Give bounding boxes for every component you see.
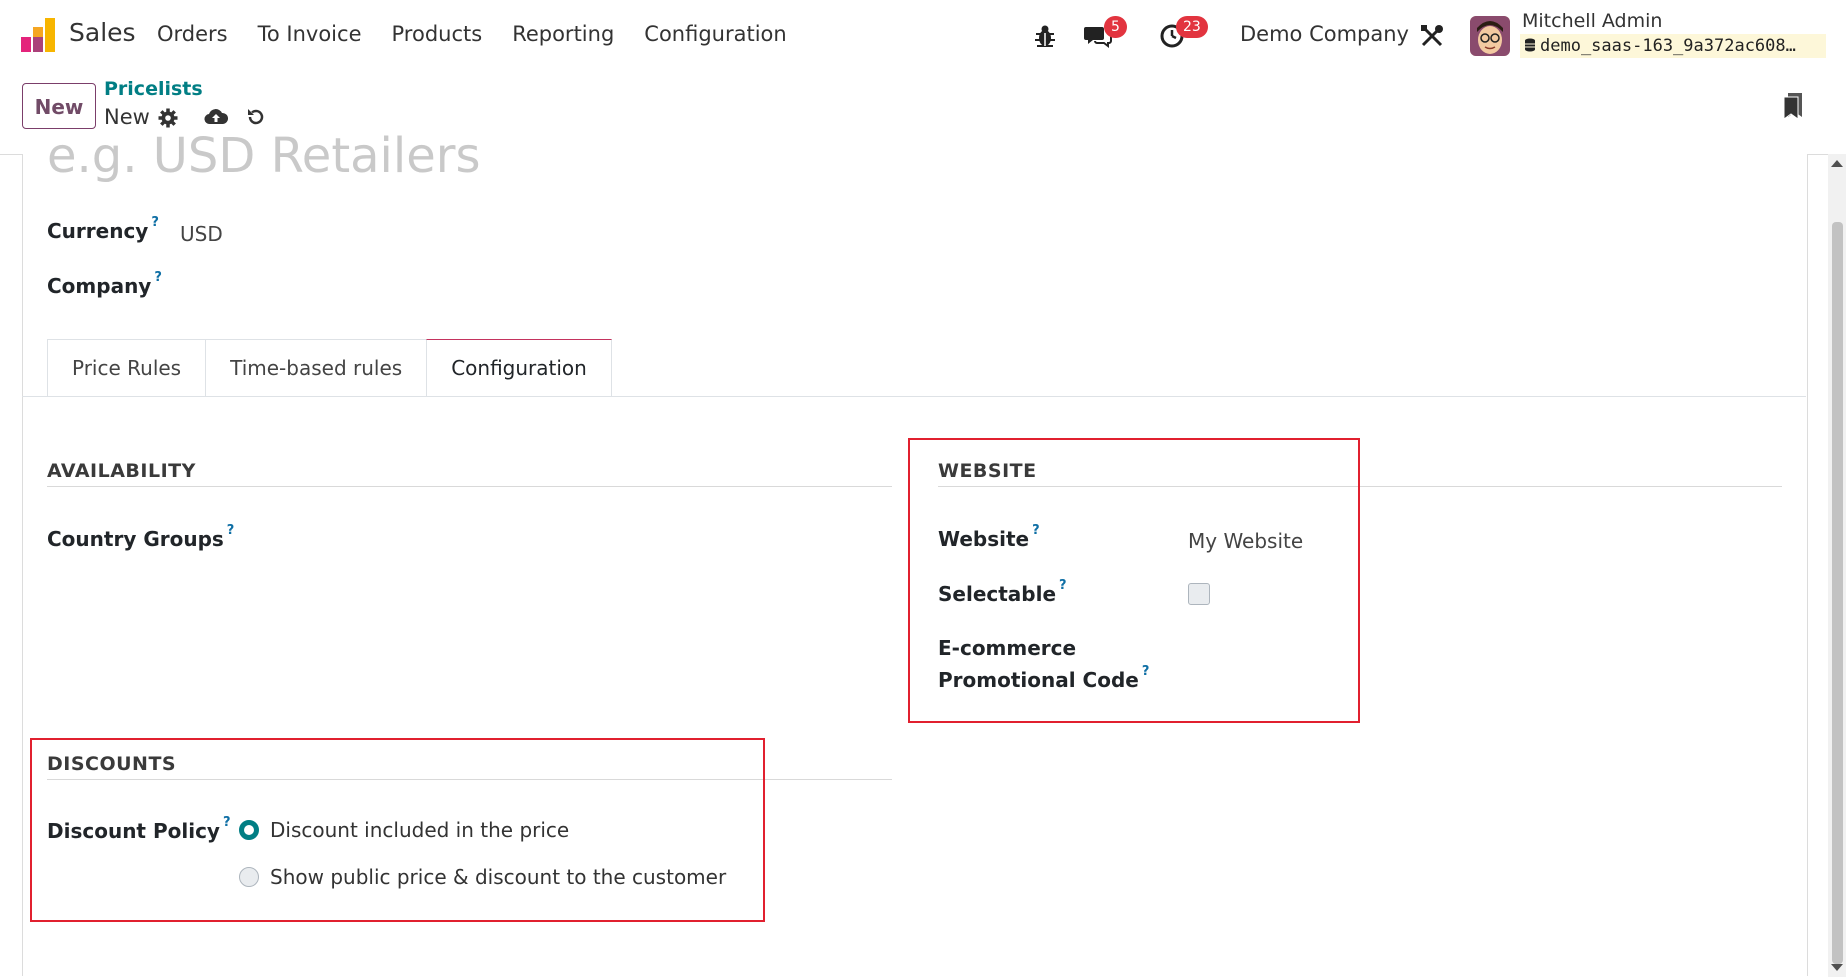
help-icon[interactable]: ? [154,270,162,285]
notebook-tabs: Price Rules Time-based rules Configurati… [47,339,612,397]
breadcrumb-pricelists[interactable]: Pricelists [104,78,203,100]
main-menu: Orders To Invoice Products Reporting Con… [157,22,817,46]
tab-price-rules[interactable]: Price Rules [47,339,207,396]
website-highlight-box [908,438,1360,723]
debug-bug-icon[interactable] [1034,24,1056,48]
currency-field[interactable]: USD [180,222,223,246]
save-cloud-icon[interactable] [204,107,228,127]
company-label-text: Company [47,274,152,298]
availability-section-title: AVAILABILITY [47,460,196,482]
discard-undo-icon[interactable] [246,107,266,127]
user-avatar[interactable] [1470,16,1510,56]
menu-products[interactable]: Products [392,22,483,46]
help-icon[interactable]: ? [227,523,235,538]
tabs-divider [22,396,1806,397]
currency-label: Currency? [47,215,159,243]
menu-configuration[interactable]: Configuration [644,22,786,46]
database-name: demo_saas-163_9a372ac608… [1520,34,1826,58]
database-name-text: demo_saas-163_9a372ac608… [1540,36,1796,56]
availability-divider [47,486,892,487]
pricelist-name-input[interactable]: e.g. USD Retailers [47,128,481,184]
activities-count-badge: 23 [1176,16,1208,38]
country-groups-label-text: Country Groups [47,527,224,551]
scroll-down-arrow[interactable] [1831,964,1843,971]
tab-configuration[interactable]: Configuration [426,339,612,397]
sales-app-icon[interactable] [20,17,56,53]
new-button[interactable]: New [22,83,96,129]
menu-orders[interactable]: Orders [157,22,228,46]
user-name[interactable]: Mitchell Admin [1522,10,1662,32]
company-switcher[interactable]: Demo Company [1240,22,1409,46]
country-groups-label: Country Groups? [47,523,234,551]
discounts-highlight-box [30,738,765,922]
app-name[interactable]: Sales [69,18,136,47]
menu-reporting[interactable]: Reporting [512,22,614,46]
scrollbar-thumb[interactable] [1832,222,1843,964]
record-name: New [104,105,150,129]
bookmark-icon[interactable] [1782,92,1804,120]
company-label: Company? [47,270,162,298]
top-navbar: Sales Orders To Invoice Products Reporti… [0,0,1846,73]
currency-label-text: Currency [47,219,149,243]
scroll-up-arrow[interactable] [1831,160,1843,167]
gear-icon[interactable] [158,108,178,128]
help-icon[interactable]: ? [151,215,159,230]
developer-tools-icon[interactable] [1420,24,1444,48]
menu-to-invoice[interactable]: To Invoice [258,22,362,46]
messages-count-badge: 5 [1104,16,1127,38]
tab-time-based-rules[interactable]: Time-based rules [205,339,428,396]
database-icon [1525,38,1535,52]
